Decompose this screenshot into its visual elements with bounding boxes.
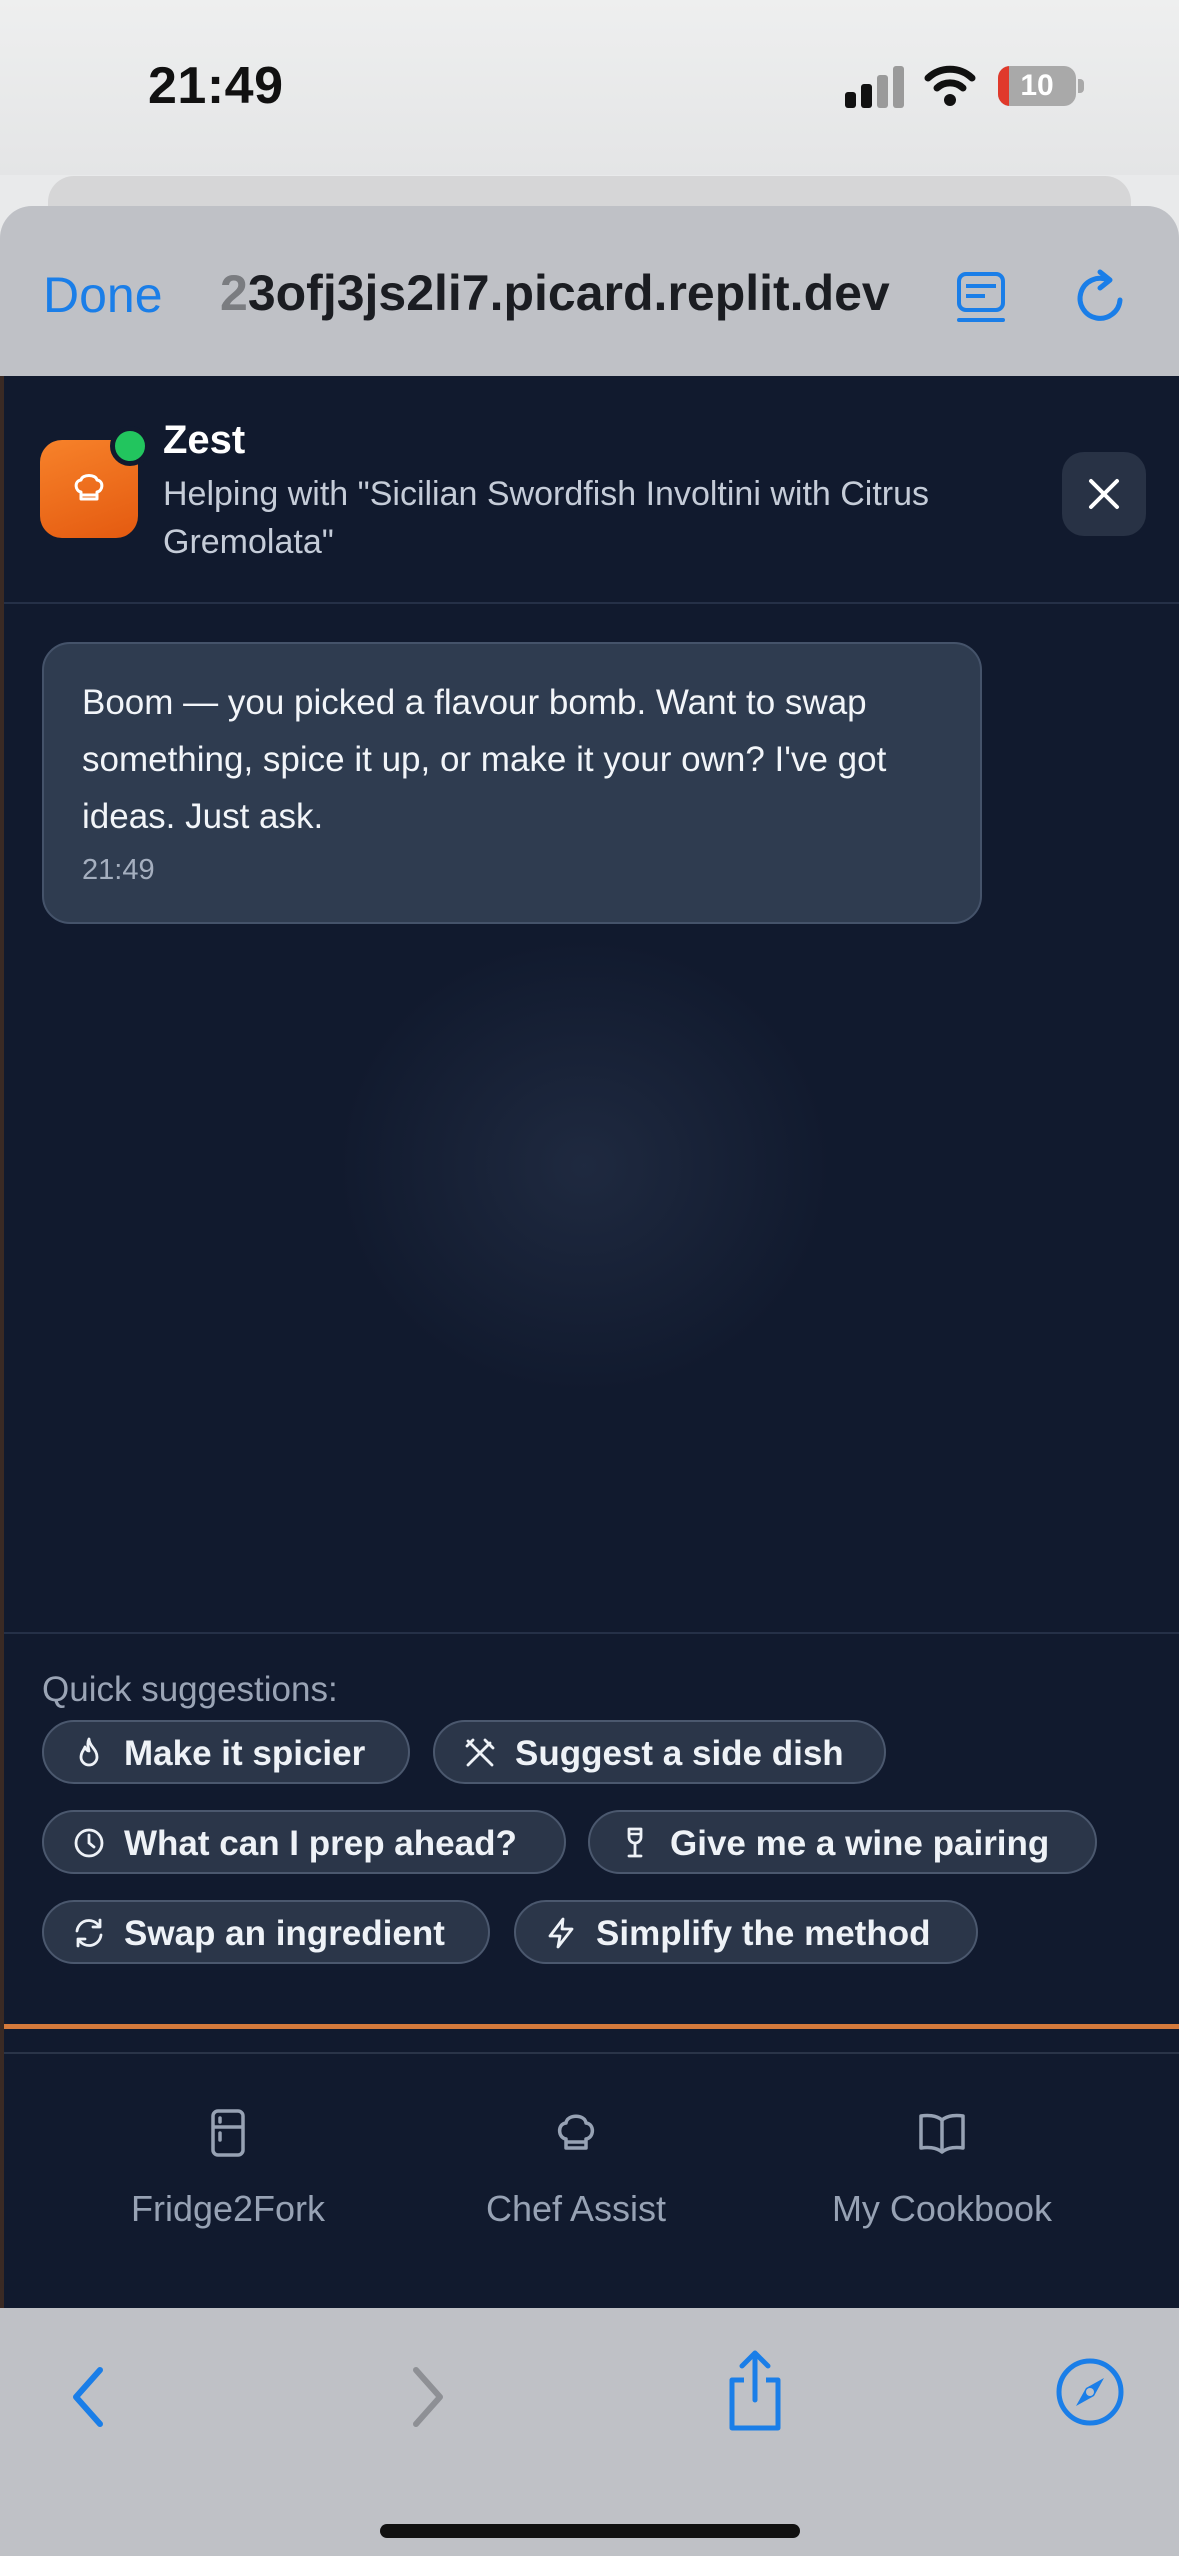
url-rest: 3ofj3js2li7.picard.replit.dev	[247, 265, 890, 321]
battery-percent: 10	[1020, 69, 1054, 102]
suggestion-swap-ingredient[interactable]: Swap an ingredient	[42, 1900, 490, 1964]
bottom-nav: Fridge2Fork Chef Assist My Cookbook	[4, 2052, 1179, 2308]
chef-hat-icon	[557, 2114, 595, 2150]
done-button[interactable]: Done	[43, 266, 163, 324]
utensils-crossed-icon	[465, 1738, 495, 1767]
chip-label: Suggest a side dish	[515, 1734, 844, 1773]
quick-suggestions: Quick suggestions: Make it spicier Sugge…	[4, 1632, 1179, 2032]
chef-hat-icon	[74, 474, 104, 501]
suggestion-simplify-method[interactable]: Simplify the method	[514, 1900, 978, 1964]
chat-app: Zest Helping with "Sicilian Swordfish In…	[0, 376, 1179, 2308]
chip-label: Give me a wine pairing	[670, 1824, 1050, 1863]
chip-label: Make it spicier	[124, 1734, 366, 1773]
suggestion-side-dish[interactable]: Suggest a side dish	[433, 1720, 886, 1784]
nav-item-fridge2fork[interactable]: Fridge2Fork	[78, 2094, 378, 2294]
suggestion-make-it-spicier[interactable]: Make it spicier	[42, 1720, 410, 1784]
bot-context: Helping with "Sicilian Swordfish Involti…	[163, 475, 930, 561]
url-field[interactable]: 23ofj3js2li7.picard.replit.dev	[220, 264, 890, 322]
accent-divider	[4, 2024, 1179, 2029]
home-indicator[interactable]	[380, 2524, 800, 2538]
background-glow	[334, 936, 834, 1396]
back-icon[interactable]	[66, 2362, 110, 2432]
chip-label: What can I prep ahead?	[124, 1824, 517, 1863]
status-time: 21:49	[148, 57, 284, 115]
wifi-icon	[924, 65, 976, 106]
browser-header: Done 23ofj3js2li7.picard.replit.dev	[0, 206, 1179, 376]
status-bar: 21:49 10	[0, 0, 1179, 175]
battery-icon: 10	[998, 66, 1076, 106]
book-icon	[919, 2113, 965, 2154]
chip-label: Simplify the method	[596, 1914, 931, 1953]
nav-item-my-cookbook[interactable]: My Cookbook	[792, 2094, 1092, 2294]
close-icon	[1089, 479, 1119, 509]
online-status-indicator	[110, 426, 150, 466]
wine-glass-icon	[627, 1827, 643, 1858]
reader-icon[interactable]	[955, 266, 1007, 326]
suggestion-wine-pairing[interactable]: Give me a wine pairing	[588, 1810, 1097, 1874]
browser-toolbar	[0, 2308, 1179, 2556]
lightning-icon	[548, 1917, 574, 1949]
message-text: Boom — you picked a flavour bomb. Want t…	[82, 683, 887, 836]
nav-label: Chef Assist	[485, 2188, 667, 2229]
refresh-icon	[75, 1918, 103, 1948]
close-button[interactable]	[1062, 452, 1146, 536]
flame-icon	[79, 1737, 99, 1767]
share-icon[interactable]	[722, 2348, 788, 2434]
compass-icon[interactable]	[1054, 2356, 1126, 2428]
forward-icon[interactable]	[406, 2362, 450, 2432]
clock-icon	[74, 1828, 104, 1858]
url-first-char: 2	[220, 265, 248, 321]
cellular-signal-icon	[845, 64, 905, 108]
suggestions-label: Quick suggestions:	[42, 1670, 338, 1709]
suggestion-prep-ahead[interactable]: What can I prep ahead?	[42, 1810, 566, 1874]
chip-label: Swap an ingredient	[124, 1914, 445, 1953]
reload-icon[interactable]	[1072, 266, 1128, 326]
bot-name: Zest	[163, 418, 246, 462]
nav-label: Fridge2Fork	[130, 2188, 326, 2229]
chat-header: Zest Helping with "Sicilian Swordfish In…	[4, 376, 1179, 604]
message-time: 21:49	[82, 854, 155, 886]
fridge-icon	[211, 2109, 245, 2157]
nav-item-chef-assist[interactable]: Chef Assist	[426, 2094, 726, 2294]
nav-label: My Cookbook	[831, 2188, 1053, 2229]
assistant-message: Boom — you picked a flavour bomb. Want t…	[42, 642, 982, 924]
battery-nub	[1078, 79, 1084, 93]
